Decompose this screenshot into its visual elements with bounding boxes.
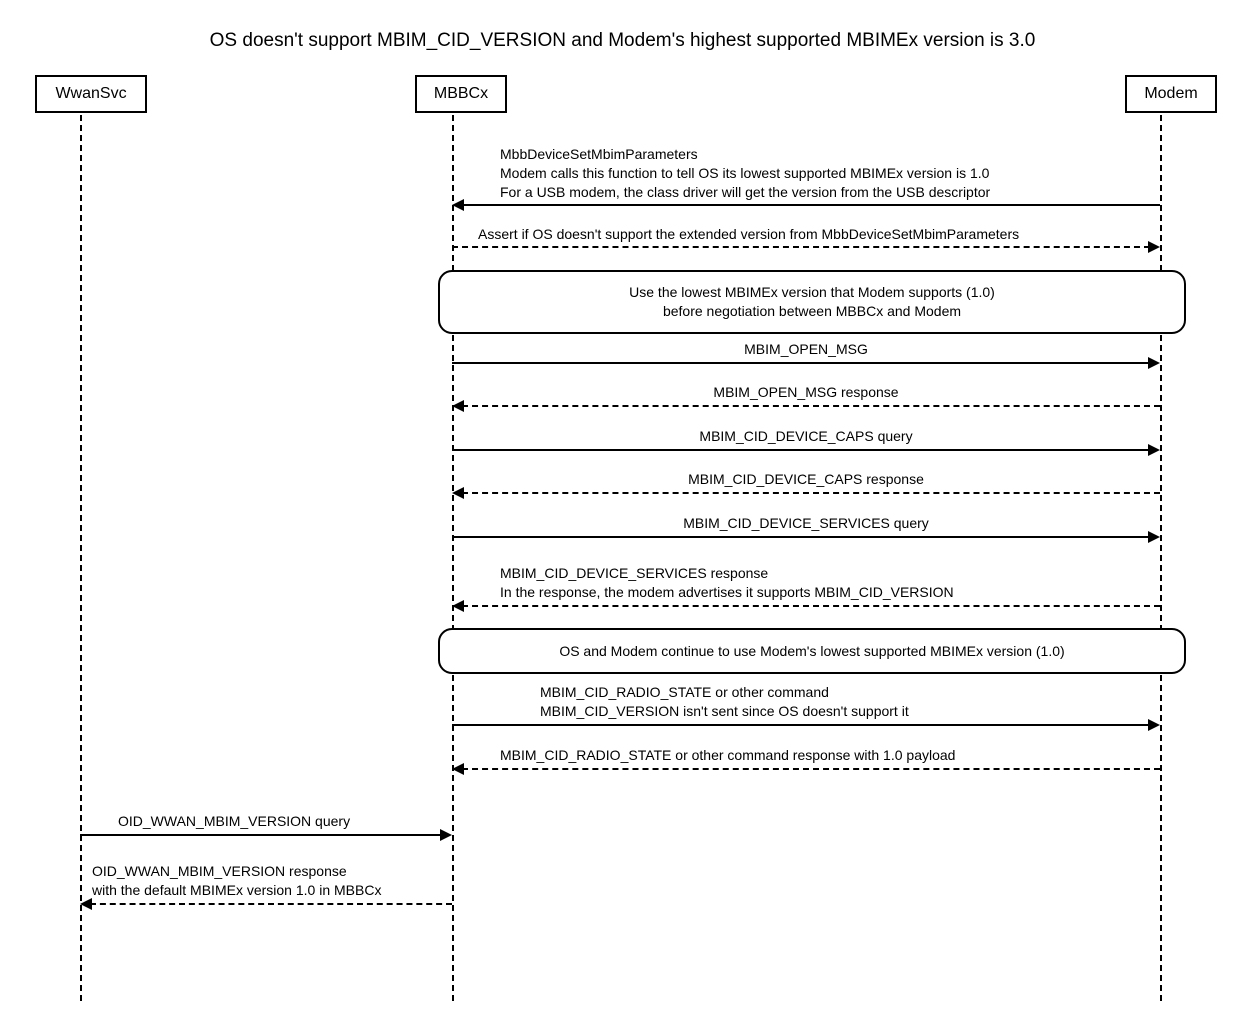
msg-device-caps-query: MBIM_CID_DEVICE_CAPS query: [452, 427, 1160, 446]
msg-oid-response: OID_WWAN_MBIM_VERSION response with the …: [92, 862, 381, 900]
msg-radio-state: MBIM_CID_RADIO_STATE or other command MB…: [540, 683, 909, 721]
participant-wwansvc: WwanSvc: [35, 75, 147, 113]
msg-open-response: MBIM_OPEN_MSG response: [452, 383, 1160, 402]
lifeline-modem: [1160, 115, 1162, 1001]
msg-device-services-query: MBIM_CID_DEVICE_SERVICES query: [452, 514, 1160, 533]
participant-label: Modem: [1144, 85, 1197, 102]
msg-device-caps-response: MBIM_CID_DEVICE_CAPS response: [452, 470, 1160, 489]
msg-mbbdevicesetmbimparameters: MbbDeviceSetMbimParameters Modem calls t…: [500, 145, 990, 202]
msg-label: MBIM_CID_DEVICE_SERVICES query: [452, 514, 1160, 533]
msg-label: MBIM_CID_RADIO_STATE or other command re…: [500, 746, 955, 765]
msg-radio-state-response: MBIM_CID_RADIO_STATE or other command re…: [500, 746, 955, 765]
msg-label: MBIM_CID_DEVICE_CAPS query: [452, 427, 1160, 446]
msg-open: MBIM_OPEN_MSG: [452, 340, 1160, 359]
msg-assert: Assert if OS doesn't support the extende…: [478, 225, 1019, 244]
msg-label: Assert if OS doesn't support the extende…: [478, 225, 1019, 244]
msg-label: MBIM_CID_DEVICE_SERVICES response In the…: [500, 564, 954, 602]
participant-label: MBBCx: [434, 85, 488, 102]
participant-label: WwanSvc: [55, 85, 126, 102]
msg-label: MBIM_CID_RADIO_STATE or other command MB…: [540, 683, 909, 721]
note-lowest-version: Use the lowest MBIMEx version that Modem…: [438, 270, 1186, 334]
msg-label: MbbDeviceSetMbimParameters Modem calls t…: [500, 145, 990, 202]
msg-label: OID_WWAN_MBIM_VERSION response with the …: [92, 862, 381, 900]
msg-label: MBIM_OPEN_MSG response: [452, 383, 1160, 402]
lifeline-wwansvc: [80, 115, 82, 1001]
sequence-diagram: OS doesn't support MBIM_CID_VERSION and …: [20, 20, 1225, 1001]
msg-label: OID_WWAN_MBIM_VERSION query: [118, 812, 350, 831]
msg-oid-query: OID_WWAN_MBIM_VERSION query: [118, 812, 350, 831]
msg-device-services-response: MBIM_CID_DEVICE_SERVICES response In the…: [500, 564, 954, 602]
msg-label: MBIM_CID_DEVICE_CAPS response: [452, 470, 1160, 489]
note-text: Use the lowest MBIMEx version that Modem…: [629, 283, 995, 321]
diagram-title: OS doesn't support MBIM_CID_VERSION and …: [20, 30, 1225, 52]
msg-label: MBIM_OPEN_MSG: [452, 340, 1160, 359]
participant-mbbcx: MBBCx: [415, 75, 507, 113]
note-text: OS and Modem continue to use Modem's low…: [559, 642, 1064, 661]
participant-modem: Modem: [1125, 75, 1217, 113]
note-continue-lowest: OS and Modem continue to use Modem's low…: [438, 628, 1186, 674]
